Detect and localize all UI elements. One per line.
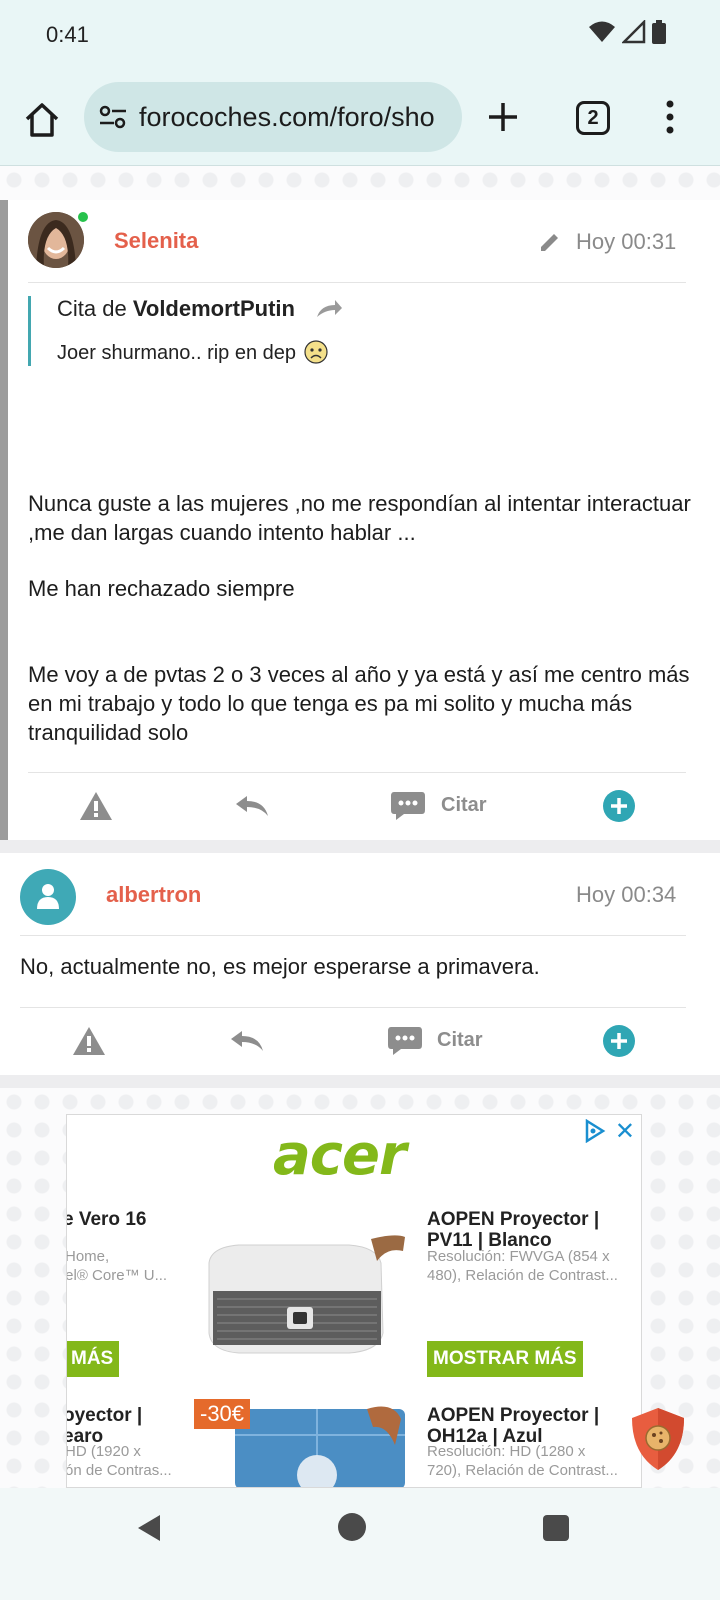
product-title[interactable]: AOPEN Proyector | OH12a | Azul xyxy=(427,1405,627,1447)
post-paragraph: Me han rechazado siempre xyxy=(28,576,295,601)
browser-toolbar: forocoches.com/foro/sho 2 xyxy=(0,72,720,166)
quote-button[interactable]: Citar xyxy=(441,794,487,817)
divider xyxy=(28,772,686,773)
post-paragraph: Nunca guste a las mujeres ,no me respond… xyxy=(28,491,691,545)
discount-badge: -30€ xyxy=(194,1399,251,1429)
more-menu-icon[interactable] xyxy=(665,100,675,134)
signal-icon xyxy=(622,20,646,44)
avatar[interactable] xyxy=(20,869,76,925)
edit-icon xyxy=(541,234,558,251)
site-settings-icon[interactable] xyxy=(98,105,128,129)
wifi-icon xyxy=(589,21,615,42)
post-date: Hoy 00:31 xyxy=(576,229,677,254)
back-icon[interactable] xyxy=(134,1513,164,1543)
quote-header: Cita de VoldemortPutin xyxy=(57,296,668,322)
reply-icon[interactable] xyxy=(229,1029,265,1053)
advertisement[interactable]: acer ✕ e Vero 16 Home, tel® Core™ U... M… xyxy=(66,1114,642,1488)
avatar[interactable] xyxy=(28,212,84,268)
show-more-button[interactable]: MÁS xyxy=(67,1341,120,1377)
projector-image[interactable] xyxy=(199,1233,411,1359)
quote-text: Joer shurmano.. rip en dep xyxy=(57,340,668,365)
url-text[interactable]: forocoches.com/foro/sho xyxy=(139,102,435,133)
report-icon[interactable] xyxy=(78,790,114,822)
url-bar[interactable]: forocoches.com/foro/sho xyxy=(84,82,462,152)
product-desc: ón de Contras... xyxy=(66,1462,172,1479)
add-icon[interactable] xyxy=(603,790,635,822)
product-desc: HD (1920 x xyxy=(66,1443,141,1460)
show-more-button[interactable]: MOSTRAR MÁS xyxy=(427,1341,583,1377)
sad-emoji-icon xyxy=(303,340,328,364)
ad-brand-logo[interactable]: acer xyxy=(273,1123,407,1188)
product-title[interactable]: AOPEN Proyector | PV11 | Blanco xyxy=(427,1209,627,1251)
user-icon xyxy=(37,884,59,909)
status-icons xyxy=(588,20,666,44)
post-actions: Citar xyxy=(0,1009,720,1073)
new-tab-icon[interactable] xyxy=(486,100,520,134)
product-desc: tel® Core™ U... xyxy=(66,1267,168,1284)
page-background xyxy=(0,166,720,200)
battery-icon xyxy=(652,20,666,44)
divider xyxy=(20,1007,686,1008)
quote-author[interactable]: VoldemortPutin xyxy=(133,296,295,321)
post-username[interactable]: Selenita xyxy=(114,228,198,254)
close-icon[interactable]: ✕ xyxy=(615,1117,635,1146)
product-desc: Resolución: FWVGA (854 x xyxy=(427,1248,610,1265)
view-post-arrow-icon[interactable] xyxy=(315,299,343,319)
status-time: 0:41 xyxy=(46,22,89,47)
quote-prefix: Cita de xyxy=(57,296,127,321)
quote-icon[interactable] xyxy=(390,790,426,822)
post-username[interactable]: albertron xyxy=(106,882,201,908)
product-title[interactable]: e Vero 16 xyxy=(67,1209,193,1230)
product-desc: 720), Relación de Contrast... xyxy=(427,1462,618,1479)
quote-icon[interactable] xyxy=(387,1025,423,1057)
system-nav-bar xyxy=(0,1488,720,1600)
forum-post: Selenita Hoy 00:31 Cita de VoldemortPuti… xyxy=(0,200,720,840)
post-actions: Citar xyxy=(8,774,720,838)
post-separator xyxy=(0,840,720,853)
product-title[interactable]: oyector | xyxy=(67,1405,193,1426)
tab-switcher-button[interactable]: 2 xyxy=(576,101,610,135)
divider xyxy=(28,282,686,283)
forum-post: albertron Hoy 00:34 No, actualmente no, … xyxy=(0,853,720,1075)
home-icon[interactable] xyxy=(22,100,62,140)
post-text: No, actualmente no, es mejor esperarse a… xyxy=(20,954,540,979)
report-icon[interactable] xyxy=(71,1025,107,1057)
reply-icon[interactable] xyxy=(234,794,270,818)
post-separator xyxy=(0,1075,720,1088)
product-desc: Resolución: HD (1280 x xyxy=(427,1443,586,1460)
product-desc: Home, xyxy=(66,1248,110,1265)
quote-button[interactable]: Citar xyxy=(437,1029,483,1052)
adchoices-icon[interactable] xyxy=(583,1119,607,1143)
quote-block: Cita de VoldemortPutin Joer shurmano.. r… xyxy=(28,296,668,366)
home-nav-button[interactable] xyxy=(338,1513,366,1541)
status-bar: 0:41 xyxy=(0,0,720,72)
divider xyxy=(20,935,686,936)
recents-button[interactable] xyxy=(543,1515,569,1541)
post-paragraph: Me voy a de pvtas 2 o 3 veces al año y y… xyxy=(28,662,690,745)
online-status-indicator xyxy=(76,210,90,224)
add-icon[interactable] xyxy=(603,1025,635,1057)
post-date: Hoy 00:34 xyxy=(576,882,677,907)
product-desc: 480), Relación de Contrast... xyxy=(427,1267,618,1284)
cookie-settings-icon[interactable] xyxy=(630,1406,686,1472)
